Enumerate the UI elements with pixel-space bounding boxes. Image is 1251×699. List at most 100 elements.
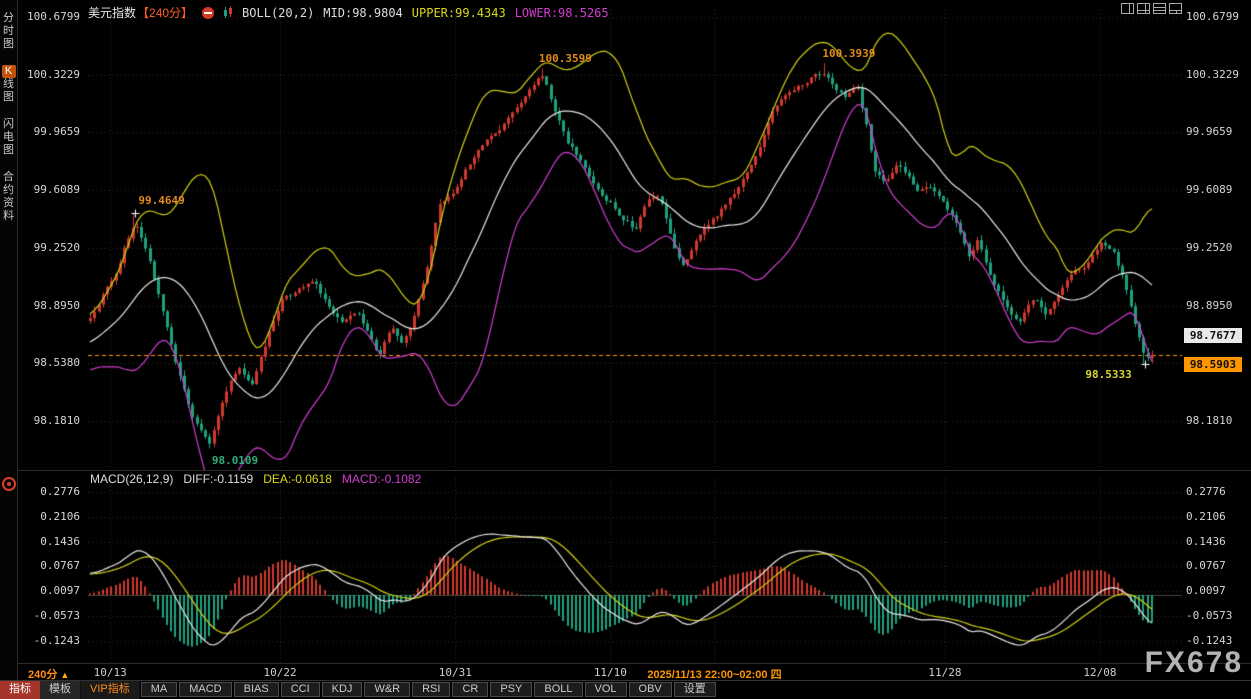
price-tick-label: 100.6799: [24, 10, 80, 24]
toolbar-button-VIP指标[interactable]: VIP指标: [81, 681, 140, 699]
sidebar-tab-char: 合: [1, 171, 17, 184]
sidebar: 分时图K线图闪电图合约资料: [0, 0, 18, 681]
toolbar-button-OBV[interactable]: OBV: [629, 682, 672, 697]
layout-two-pane-icon[interactable]: [1121, 3, 1134, 14]
time-tick-label: 12/08: [1083, 666, 1116, 679]
price-tick-label: 98.1810: [1186, 414, 1246, 428]
layout-switcher: [1121, 3, 1182, 14]
sidebar-tab-char: 资: [1, 197, 17, 210]
price-tick-label: 99.2520: [1186, 241, 1246, 255]
macd-tick-label: -0.0573: [1186, 609, 1246, 623]
toolbar-button-设置[interactable]: 设置: [674, 682, 716, 697]
macd-macd-value: MACD:-0.1082: [342, 472, 421, 486]
chart-header: 美元指数 【240分】 BOLL(20,2) MID:98.9804 UPPER…: [88, 4, 609, 21]
macd-tick-label: 0.0767: [24, 559, 80, 573]
time-tick-label: 11/10: [594, 666, 627, 679]
price-tick-label: 99.6089: [1186, 183, 1246, 197]
layout-grid-icon[interactable]: [1137, 3, 1150, 14]
price-annotation: 100.3939: [822, 47, 875, 60]
price-tick-label: 100.3229: [1186, 68, 1246, 82]
boll-mid-value: MID:98.9804: [323, 6, 402, 20]
macd-tick-label: 0.0097: [1186, 584, 1246, 598]
bottom-toolbar: 指标模板VIP指标MAMACDBIASCCIKDJW&RRSICRPSYBOLL…: [0, 680, 1251, 699]
interval-up-arrow-icon: ▲: [60, 670, 69, 680]
price-tick-label: 99.9659: [24, 125, 80, 139]
macd-tick-label: -0.1243: [24, 634, 80, 648]
price-badge: 98.7677: [1184, 328, 1242, 343]
toolbar-button-W&R[interactable]: W&R: [364, 682, 410, 697]
page-title: 美元指数: [88, 4, 136, 21]
toolbar-button-BOLL[interactable]: BOLL: [534, 682, 582, 697]
candlestick-icon: [223, 6, 233, 19]
sidebar-tab-2[interactable]: K线图: [1, 65, 17, 104]
macd-tick-label: 0.1436: [1186, 535, 1246, 549]
time-axis: 240分 ▲ 2025/11/13 22:00~02:00 四 10/1310/…: [0, 664, 1251, 681]
toolbar-button-PSY[interactable]: PSY: [490, 682, 532, 697]
sidebar-tab-char: 图: [1, 38, 17, 51]
price-annotation: 100.3599: [539, 52, 592, 65]
price-annotation: 98.0109: [212, 454, 258, 467]
macd-tick-label: 0.1436: [24, 535, 80, 549]
macd-tick-label: 0.2776: [1186, 485, 1246, 499]
price-tick-label: 99.2520: [24, 241, 80, 255]
sidebar-tab-char: 图: [1, 144, 17, 157]
macd-tick-label: -0.0573: [24, 609, 80, 623]
toolbar-button-CCI[interactable]: CCI: [281, 682, 320, 697]
sidebar-tab-3[interactable]: 闪电图: [1, 118, 17, 157]
price-tick-label: 98.8950: [24, 299, 80, 313]
price-badge: 98.5903: [1184, 357, 1242, 372]
indicator-record-icon[interactable]: [2, 477, 16, 491]
brand-logo: FX678: [1145, 646, 1243, 680]
macd-readout: MACD(26,12,9) DIFF:-0.1159 DEA:-0.0618 M…: [90, 472, 421, 486]
toolbar-button-BIAS[interactable]: BIAS: [234, 682, 279, 697]
sidebar-tab-1[interactable]: 分时图: [1, 12, 17, 51]
toolbar-button-模板[interactable]: 模板: [40, 681, 81, 699]
macd-params-label: MACD(26,12,9): [90, 472, 173, 486]
boll-upper-value: UPPER:99.4343: [412, 6, 506, 20]
price-annotation: 99.4649: [138, 194, 184, 207]
macd-tick-label: 0.2106: [24, 510, 80, 524]
sidebar-tab-char: K: [2, 65, 16, 78]
toolbar-button-指标[interactable]: 指标: [0, 681, 40, 699]
sidebar-tab-char: 分: [1, 12, 17, 25]
boll-label: BOLL(20,2): [242, 6, 314, 20]
boll-lower-value: LOWER:98.5265: [515, 6, 609, 20]
macd-tick-label: 0.0097: [24, 584, 80, 598]
toolbar-button-RSI[interactable]: RSI: [412, 682, 450, 697]
macd-dea-value: DEA:-0.0618: [263, 472, 332, 486]
macd-tick-label: 0.2776: [24, 485, 80, 499]
price-annotation: 98.5333: [1085, 368, 1131, 381]
panel-separator: [18, 470, 1251, 471]
sidebar-tab-4[interactable]: 合约资料: [1, 171, 17, 223]
toolbar-button-VOL[interactable]: VOL: [585, 682, 627, 697]
main-chart-canvas[interactable]: [88, 10, 1182, 470]
price-tick-label: 100.3229: [24, 68, 80, 82]
price-tick-label: 99.6089: [24, 183, 80, 197]
fx-chart-app: 分时图K线图闪电图合约资料 美元指数 【240分】 BOLL(20,2) MID…: [0, 0, 1251, 699]
macd-chart-canvas[interactable]: [88, 478, 1182, 663]
sidebar-tab-char: 时: [1, 25, 17, 38]
time-tick-label: 10/31: [439, 666, 472, 679]
macd-tick-label: 0.2106: [1186, 510, 1246, 524]
time-tick-label: 10/22: [264, 666, 297, 679]
price-tick-label: 98.8950: [1186, 299, 1246, 313]
interval-label: 【240分】: [137, 4, 193, 21]
price-tick-label: 98.1810: [24, 414, 80, 428]
toolbar-button-MACD[interactable]: MACD: [179, 682, 231, 697]
price-tick-label: 99.9659: [1186, 125, 1246, 139]
layout-four-pane-icon[interactable]: [1169, 3, 1182, 14]
toolbar-button-MA[interactable]: MA: [141, 682, 178, 697]
price-tick-label: 100.6799: [1186, 10, 1246, 24]
time-tick-label: 10/13: [94, 666, 127, 679]
macd-tick-label: 0.0767: [1186, 559, 1246, 573]
macd-diff-value: DIFF:-0.1159: [183, 472, 253, 486]
layout-three-row-icon[interactable]: [1153, 3, 1166, 14]
alarm-icon[interactable]: [202, 7, 214, 19]
sidebar-tab-char: 料: [1, 210, 17, 223]
sidebar-tab-char: 图: [1, 91, 17, 104]
time-tick-label: 11/28: [928, 666, 961, 679]
sidebar-tab-char: 线: [1, 78, 17, 91]
sidebar-tab-char: 电: [1, 131, 17, 144]
toolbar-button-KDJ[interactable]: KDJ: [322, 682, 363, 697]
toolbar-button-CR[interactable]: CR: [452, 682, 488, 697]
